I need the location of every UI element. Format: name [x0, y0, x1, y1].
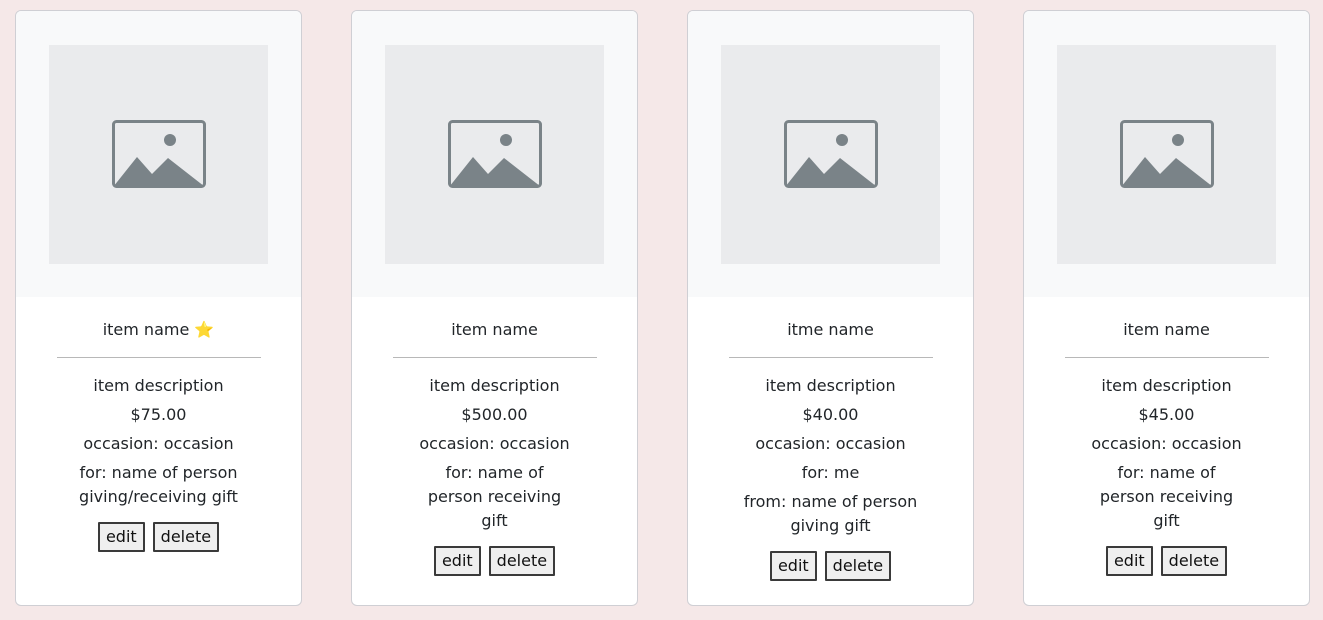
image-placeholder [385, 44, 604, 264]
card-image-area [1024, 11, 1309, 297]
item-name-row: itme name [688, 318, 973, 342]
item-description: item description [1101, 376, 1232, 395]
item-for: for: me [801, 463, 860, 482]
edit-button[interactable]: edit [433, 546, 481, 576]
item-card: item name ⭐ item description $75.00 occa… [15, 10, 302, 606]
item-description: item description [429, 376, 560, 395]
item-occasion: occasion: occasion [419, 434, 570, 453]
item-description: item description [765, 376, 896, 395]
card-body: item name ⭐ item description $75.00 occa… [16, 318, 301, 552]
item-name-row: item name [1024, 318, 1309, 342]
item-occasion: occasion: occasion [1091, 434, 1242, 453]
image-placeholder [49, 44, 268, 264]
card-actions: edit delete [16, 522, 301, 552]
card-body: item name item description $500.00 occas… [352, 318, 637, 576]
image-placeholder [721, 44, 940, 264]
item-for: for: name of person receiving gift [427, 463, 562, 530]
item-name: itme name [787, 320, 874, 339]
image-placeholder [1057, 44, 1276, 264]
item-card: itme name item description $40.00 occasi… [687, 10, 974, 606]
item-price: $75.00 [130, 405, 187, 424]
item-occasion: occasion: occasion [755, 434, 906, 453]
item-for: for: name of person receiving gift [1099, 463, 1234, 530]
image-placeholder-icon [111, 120, 206, 188]
card-actions: edit delete [688, 551, 973, 581]
item-price: $40.00 [802, 405, 859, 424]
card-image-area [352, 11, 637, 297]
item-price: $500.00 [461, 405, 528, 424]
delete-button[interactable]: delete [152, 522, 220, 552]
card-actions: edit delete [352, 546, 637, 576]
item-card-list: item name ⭐ item description $75.00 occa… [0, 0, 1323, 620]
item-card: item name item description $45.00 occasi… [1023, 10, 1310, 606]
item-name: item name [451, 320, 538, 339]
divider [56, 357, 261, 358]
delete-button[interactable]: delete [1160, 546, 1228, 576]
image-placeholder-icon [783, 120, 878, 188]
image-placeholder-icon [447, 120, 542, 188]
item-name-row: item name [352, 318, 637, 342]
card-image-area [16, 11, 301, 297]
divider [1064, 357, 1269, 358]
item-from: from: name of person giving gift [743, 492, 918, 535]
star-icon: ⭐ [194, 320, 215, 339]
card-actions: edit delete [1024, 546, 1309, 576]
edit-button[interactable]: edit [97, 522, 145, 552]
item-price: $45.00 [1138, 405, 1195, 424]
card-body: item name item description $45.00 occasi… [1024, 318, 1309, 576]
item-name-row: item name ⭐ [16, 318, 301, 342]
edit-button[interactable]: edit [1105, 546, 1153, 576]
divider [392, 357, 597, 358]
item-name: item name [1123, 320, 1210, 339]
item-description: item description [93, 376, 224, 395]
divider [728, 357, 933, 358]
item-name: item name [102, 320, 190, 339]
item-for: for: name of person giving/receiving gif… [79, 463, 238, 506]
card-image-area [688, 11, 973, 297]
delete-button[interactable]: delete [488, 546, 556, 576]
delete-button[interactable]: delete [824, 551, 892, 581]
card-body: itme name item description $40.00 occasi… [688, 318, 973, 581]
item-card: item name item description $500.00 occas… [351, 10, 638, 606]
edit-button[interactable]: edit [769, 551, 817, 581]
item-occasion: occasion: occasion [83, 434, 234, 453]
image-placeholder-icon [1119, 120, 1214, 188]
